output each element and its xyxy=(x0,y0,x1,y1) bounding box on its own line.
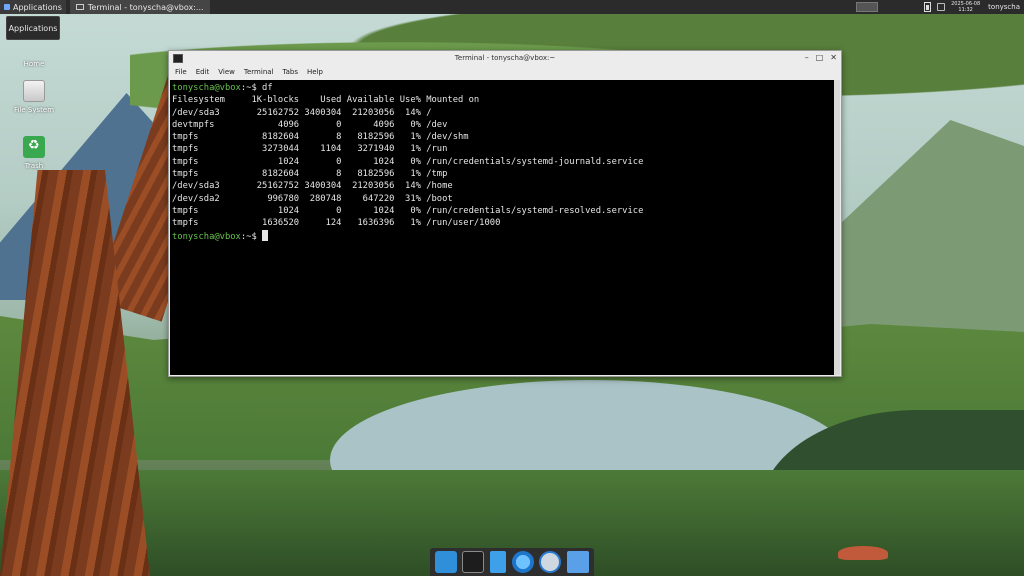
desktop-icon-trash[interactable]: Trash xyxy=(9,136,59,170)
menu-tabs[interactable]: Tabs xyxy=(283,68,299,76)
terminal-window[interactable]: Terminal - tonyscha@vbox:~ – □ ✕ File Ed… xyxy=(168,50,842,377)
dock-terminal[interactable] xyxy=(462,551,485,573)
minimize-button[interactable]: – xyxy=(805,53,809,62)
output-line: tmpfs 3273044 1104 3271940 1% /run xyxy=(172,144,448,155)
taskbar-item-terminal[interactable]: Terminal - tonyscha@vbox:... xyxy=(69,0,210,14)
applications-menu-button[interactable]: Applications xyxy=(0,0,66,14)
wallpaper-mushroom xyxy=(838,546,888,560)
command-text: df xyxy=(262,83,273,93)
window-titlebar[interactable]: Terminal - tonyscha@vbox:~ – □ ✕ xyxy=(169,51,841,65)
terminal-icon xyxy=(75,4,84,10)
dock-app-finder[interactable] xyxy=(539,551,562,573)
current-prompt-line[interactable]: tonyscha@vbox:~$ xyxy=(172,229,832,243)
notification-icon[interactable] xyxy=(937,3,946,11)
output-line: /dev/sda2 996780 280748 647220 31% /boot xyxy=(172,193,453,204)
output-line: devtmpfs 4096 0 4096 0% /dev xyxy=(172,119,448,130)
prompt-user: tonyscha@vbox xyxy=(172,231,241,242)
window-controls: – □ ✕ xyxy=(805,53,837,62)
output-line: /dev/sda3 25162752 3400304 21203056 14% … xyxy=(172,181,453,192)
battery-icon[interactable] xyxy=(924,2,932,12)
desktop-icon-home[interactable]: Home xyxy=(9,34,59,68)
user-menu[interactable]: tonyscha xyxy=(988,3,1020,11)
desktop-icon-label: File System xyxy=(13,106,55,114)
desktop-icon-filesystem[interactable]: File System xyxy=(9,80,59,114)
maximize-button[interactable]: □ xyxy=(816,53,824,62)
clock-time: 11:32 xyxy=(958,7,973,13)
dock-show-desktop[interactable] xyxy=(434,551,457,573)
dock-file-manager[interactable] xyxy=(490,551,507,573)
menu-help[interactable]: Help xyxy=(307,68,323,76)
prompt-suffix: :~$ xyxy=(240,83,263,93)
output-line: tmpfs 1024 0 1024 0% /run/credentials/sy… xyxy=(172,156,644,167)
applications-icon xyxy=(4,4,10,10)
terminal-output[interactable]: tonyscha@vbox:~$ df Filesystem 1K-blocks … xyxy=(170,80,834,375)
menu-edit[interactable]: Edit xyxy=(196,68,210,76)
drive-icon xyxy=(23,80,45,102)
text-cursor xyxy=(262,229,269,241)
workspace-switcher[interactable] xyxy=(856,2,879,12)
command-line: tonyscha@vbox:~$ df xyxy=(172,82,832,94)
home-icon xyxy=(23,34,45,56)
menu-terminal[interactable]: Terminal xyxy=(244,68,274,76)
dock xyxy=(430,548,594,576)
menu-view[interactable]: View xyxy=(218,68,235,76)
menu-bar: File Edit View Terminal Tabs Help xyxy=(169,65,841,78)
output-line: tmpfs 8182604 8 8182596 1% /tmp xyxy=(172,169,448,180)
menu-file[interactable]: File xyxy=(175,68,187,76)
prompt-user: tonyscha@vbox xyxy=(172,83,241,93)
output-line: tmpfs 1636520 124 1636396 1% /run/user/1… xyxy=(172,218,501,229)
output-line: tmpfs 1024 0 1024 0% /run/credentials/sy… xyxy=(172,205,644,216)
terminal-scrollbar[interactable] xyxy=(834,80,840,375)
output-line: /dev/sda3 25162752 3400304 21203056 14% … xyxy=(172,107,432,118)
output-line: Filesystem 1K-blocks Used Available Use%… xyxy=(172,95,480,106)
trash-icon xyxy=(23,136,45,158)
taskbar-item-label: Terminal - tonyscha@vbox:... xyxy=(87,2,204,12)
dock-web-browser[interactable] xyxy=(511,551,534,573)
dock-home-folder[interactable] xyxy=(567,551,590,573)
applications-label: Applications xyxy=(13,2,62,12)
desktop-icon-label: Home xyxy=(23,60,45,68)
desktop-icon-label: Trash xyxy=(24,162,44,170)
clock[interactable]: 2025-06-08 11:32 xyxy=(951,1,980,13)
close-button[interactable]: ✕ xyxy=(830,53,837,62)
top-panel: Applications Terminal - tonyscha@vbox:..… xyxy=(0,0,1024,14)
output-line: tmpfs 8182604 8 8182596 1% /dev/shm xyxy=(172,132,469,143)
window-title: Terminal - tonyscha@vbox:~ xyxy=(454,54,556,62)
prompt-suffix: :~$ xyxy=(240,231,263,242)
